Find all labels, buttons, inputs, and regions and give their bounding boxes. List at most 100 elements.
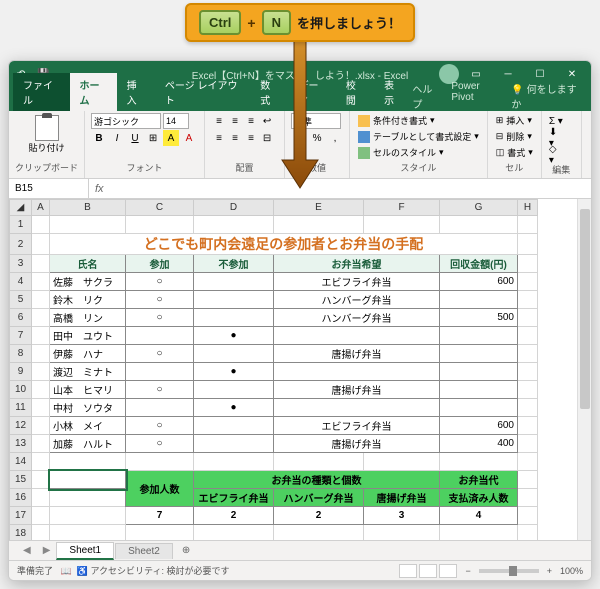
cell-bento[interactable] [274, 327, 440, 345]
cond-format-button[interactable]: 条件付き書式 ▾ [356, 113, 481, 128]
cell-absent[interactable]: ● [194, 399, 274, 417]
summary-paid-count[interactable]: 4 [440, 507, 518, 525]
cell-attend[interactable]: ○ [126, 381, 194, 399]
summary-bento-cost-label[interactable]: お弁当代 [440, 471, 518, 489]
zoom-out-button[interactable]: − [465, 566, 470, 576]
grid-area[interactable]: ◢ A B C D E F G H 1 2どこでも町内会遠足の参加者とお弁当の手… [9, 199, 591, 540]
sheet-nav-next[interactable]: ▶ [37, 545, 57, 556]
row-header[interactable]: 7 [10, 327, 32, 345]
align-bot-button[interactable]: ≡ [243, 113, 259, 129]
cell-amount[interactable] [440, 291, 518, 309]
view-break-button[interactable] [439, 564, 457, 578]
row-header[interactable]: 15 [10, 471, 32, 489]
tell-me[interactable]: 💡 何をしますか [511, 81, 579, 111]
cell-amount[interactable]: 500 [440, 309, 518, 327]
view-layout-button[interactable] [419, 564, 437, 578]
col-header-h[interactable]: H [518, 200, 538, 216]
wrap-button[interactable]: ↩ [259, 113, 275, 129]
cell-amount[interactable]: 400 [440, 435, 518, 453]
row-header[interactable]: 3 [10, 255, 32, 273]
sheet-nav-prev[interactable]: ◀ [17, 545, 37, 556]
row-header[interactable]: 17 [10, 507, 32, 525]
cell-amount[interactable] [440, 327, 518, 345]
tab-home[interactable]: ホーム [70, 73, 117, 111]
col-header-a[interactable]: A [32, 200, 50, 216]
row-header[interactable]: 16 [10, 489, 32, 507]
tab-help[interactable]: ヘルプ [412, 81, 439, 111]
cell-absent[interactable]: ● [194, 327, 274, 345]
cell-bento[interactable] [274, 399, 440, 417]
cell-name[interactable]: 加藤 ハルト [50, 435, 126, 453]
sheet-add-button[interactable]: ⊕ [174, 545, 198, 556]
cell-absent[interactable] [194, 417, 274, 435]
paste-button[interactable]: 貼り付け [15, 113, 78, 156]
active-cell[interactable] [50, 471, 126, 489]
row-header[interactable]: 4 [10, 273, 32, 291]
cell-bento[interactable]: ハンバーグ弁当 [274, 291, 440, 309]
col-header-g[interactable]: G [440, 200, 518, 216]
cell-bento[interactable]: エビフライ弁当 [274, 417, 440, 435]
row-header[interactable]: 8 [10, 345, 32, 363]
cell-name[interactable]: 小林 メイ [50, 417, 126, 435]
cell-name[interactable]: 佐藤 サクラ [50, 273, 126, 291]
summary-ebi-label[interactable]: エビフライ弁当 [194, 489, 274, 507]
cell-bento[interactable]: 唐揚げ弁当 [274, 345, 440, 363]
sheet-tab-1[interactable]: Sheet1 [56, 542, 114, 560]
cell-attend[interactable]: ○ [126, 291, 194, 309]
insert-cells-button[interactable]: ⊞ 挿入 ▾ [494, 113, 535, 128]
summary-karaage-count[interactable]: 3 [364, 507, 440, 525]
cell-name[interactable]: 鈴木 リク [50, 291, 126, 309]
select-all-cell[interactable]: ◢ [10, 200, 32, 216]
cell-amount[interactable] [440, 345, 518, 363]
fill-color-button[interactable]: A [163, 130, 179, 146]
cell-absent[interactable] [194, 291, 274, 309]
header-name[interactable]: 氏名 [50, 255, 126, 273]
row-header[interactable]: 2 [10, 234, 32, 255]
col-header-c[interactable]: C [126, 200, 194, 216]
cell-bento[interactable] [274, 363, 440, 381]
col-header-e[interactable]: E [274, 200, 364, 216]
cell-amount[interactable]: 600 [440, 417, 518, 435]
cell-absent[interactable] [194, 273, 274, 291]
clear-button[interactable]: ◇ ▾ [548, 147, 564, 163]
vertical-scrollbar[interactable] [577, 199, 591, 540]
status-accessibility[interactable]: ♿ アクセシビリティ: 検討が必要です [77, 566, 230, 576]
cell-name[interactable]: 渡辺 ミナト [50, 363, 126, 381]
cell-attend[interactable]: ○ [126, 417, 194, 435]
header-bento[interactable]: お弁当希望 [274, 255, 440, 273]
row-header[interactable]: 14 [10, 453, 32, 471]
cell-absent[interactable] [194, 435, 274, 453]
cell-styles-button[interactable]: セルのスタイル ▾ [356, 145, 481, 160]
sheet-tab-2[interactable]: Sheet2 [115, 543, 173, 559]
spreadsheet-grid[interactable]: ◢ A B C D E F G H 1 2どこでも町内会遠足の参加者とお弁当の手… [9, 199, 538, 540]
col-header-d[interactable]: D [194, 200, 274, 216]
border-button[interactable]: ⊞ [145, 130, 161, 146]
summary-ebi-count[interactable]: 2 [194, 507, 274, 525]
align-mid-button[interactable]: ≡ [227, 113, 243, 129]
cell-name[interactable]: 伊藤 ハナ [50, 345, 126, 363]
tab-insert[interactable]: 挿入 [117, 73, 155, 111]
cell-amount[interactable] [440, 399, 518, 417]
font-name-select[interactable] [91, 113, 161, 129]
cell-attend[interactable]: ○ [126, 345, 194, 363]
cell-amount[interactable] [440, 381, 518, 399]
col-header-b[interactable]: B [50, 200, 126, 216]
summary-bento-types-label[interactable]: お弁当の種類と個数 [194, 471, 440, 489]
cell-absent[interactable] [194, 345, 274, 363]
sheet-title[interactable]: どこでも町内会遠足の参加者とお弁当の手配 [50, 234, 518, 255]
cell-absent[interactable] [194, 381, 274, 399]
tab-power[interactable]: Power Pivot [451, 81, 499, 111]
cell-bento[interactable]: ハンバーグ弁当 [274, 309, 440, 327]
align-top-button[interactable]: ≡ [211, 113, 227, 129]
italic-button[interactable]: I [109, 130, 125, 146]
summary-hamburg-count[interactable]: 2 [274, 507, 364, 525]
row-header[interactable]: 12 [10, 417, 32, 435]
cell-name[interactable]: 中村 ソウタ [50, 399, 126, 417]
header-absent[interactable]: 不参加 [194, 255, 274, 273]
delete-cells-button[interactable]: ⊟ 削除 ▾ [494, 129, 535, 144]
summary-hamburg-label[interactable]: ハンバーグ弁当 [274, 489, 364, 507]
cell-amount[interactable] [440, 363, 518, 381]
zoom-slider[interactable] [479, 569, 539, 573]
cell-bento[interactable]: 唐揚げ弁当 [274, 435, 440, 453]
summary-participants-label[interactable]: 参加人数 [126, 471, 194, 507]
